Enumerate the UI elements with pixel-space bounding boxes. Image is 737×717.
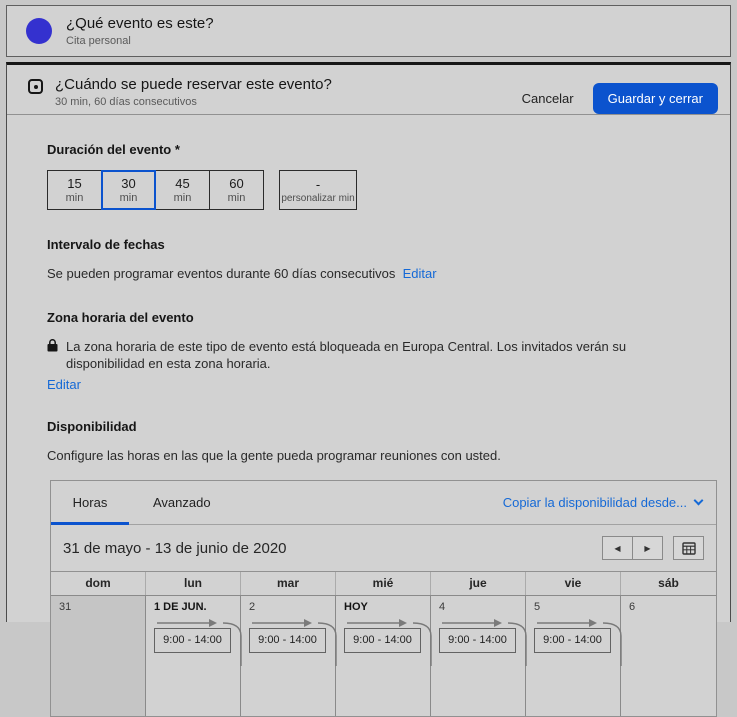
duration-option-60[interactable]: 60 min [209,170,264,210]
weekday-sab: sáb [621,572,716,595]
time-slot-chip[interactable]: 9:00 - 14:00 [344,628,421,653]
calendar-picker-button[interactable] [673,536,704,560]
lock-icon [47,339,58,352]
when-event-section: ¿Cuándo se puede reservar este evento? 3… [6,62,731,622]
day-cell-4[interactable]: 4 9:00 - 14:00 [431,596,526,716]
what-event-title: ¿Qué evento es este? [66,15,214,32]
cancel-button[interactable]: Cancelar [522,91,574,106]
copy-availability-link[interactable]: Copiar la disponibilidad desde... [503,495,702,510]
time-slot-chip[interactable]: 9:00 - 14:00 [249,628,326,653]
chevron-down-icon [694,496,704,506]
duration-option-30-selected[interactable]: 30 min [101,170,156,210]
date-range-label: Intervalo de fechas [47,237,690,252]
tab-avanzado[interactable]: Avanzado [153,495,211,510]
prev-week-button[interactable]: ◀ [602,536,633,560]
event-color-dot-icon [26,18,52,44]
duration-label: Duración del evento * [47,142,690,157]
availability-label: Disponibilidad [47,419,690,434]
day-cell-5[interactable]: 5 9:00 - 14:00 [526,596,621,716]
weekday-vie: vie [526,572,621,595]
arrow-right-icon: ▶ [644,544,650,553]
weekday-mie: mié [336,572,431,595]
day-cell-2[interactable]: 2 9:00 - 14:00 [241,596,336,716]
duration-option-45[interactable]: 45 min [155,170,210,210]
timezone-text: La zona horaria de este tipo de evento e… [66,338,690,373]
calendar-grid-icon [682,541,696,555]
availability-widget: Horas Avanzado Copiar la disponibilidad … [50,480,717,717]
active-tab-underline [51,522,129,525]
calendar-days-row: 31 1 DE JUN. 9:00 - 14:00 2 [51,596,716,716]
day-cell-31[interactable]: 31 [51,596,146,716]
when-event-subtitle: 30 min, 60 días consecutivos [55,96,332,108]
what-event-subtitle: Cita personal [66,35,214,47]
duration-option-15[interactable]: 15 min [47,170,102,210]
availability-description: Configure las horas en las que la gente … [47,447,690,465]
calendar-day-icon [28,79,43,94]
availability-tabs: Horas Avanzado Copiar la disponibilidad … [51,481,716,525]
next-week-button[interactable]: ▶ [632,536,663,560]
day-cell-today[interactable]: HOY 9:00 - 14:00 [336,596,431,716]
tab-horas[interactable]: Horas [51,495,129,510]
calendar-nav: ◀ ▶ [602,536,663,560]
when-event-title: ¿Cuándo se puede reservar este evento? [55,76,332,93]
what-event-section[interactable]: ¿Qué evento es este? Cita personal [6,5,731,57]
calendar-header: 31 de mayo - 13 de junio de 2020 ◀ ▶ [51,525,716,572]
duration-options: 15 min 30 min 45 min 60 min - persona [47,170,690,210]
time-slot-chip[interactable]: 9:00 - 14:00 [534,628,611,653]
time-slot-chip[interactable]: 9:00 - 14:00 [439,628,516,653]
weekday-jue: jue [431,572,526,595]
duration-option-custom[interactable]: - personalizar min [279,170,357,210]
weekday-lun: lun [146,572,241,595]
timezone-text-line: La zona horaria de este tipo de evento e… [47,338,690,373]
arrow-left-icon: ◀ [614,544,620,553]
weekday-header-row: dom lun mar mié jue vie sáb [51,572,716,596]
when-section-header: ¿Cuándo se puede reservar este evento? 3… [7,65,730,114]
day-cell-6[interactable]: 6 [621,596,716,716]
date-range-text: Se pueden programar eventos durante 60 d… [47,265,690,283]
time-slot-chip[interactable]: 9:00 - 14:00 [154,628,231,653]
save-close-button[interactable]: Guardar y cerrar [593,83,718,114]
timezone-label: Zona horaria del evento [47,310,690,325]
weekday-mar: mar [241,572,336,595]
date-range-edit-link[interactable]: Editar [403,266,437,281]
day-cell-1-jun[interactable]: 1 DE JUN. 9:00 - 14:00 [146,596,241,716]
weekday-dom: dom [51,572,146,595]
calendar-range-label: 31 de mayo - 13 de junio de 2020 [63,540,287,557]
timezone-edit-link[interactable]: Editar [47,377,690,392]
